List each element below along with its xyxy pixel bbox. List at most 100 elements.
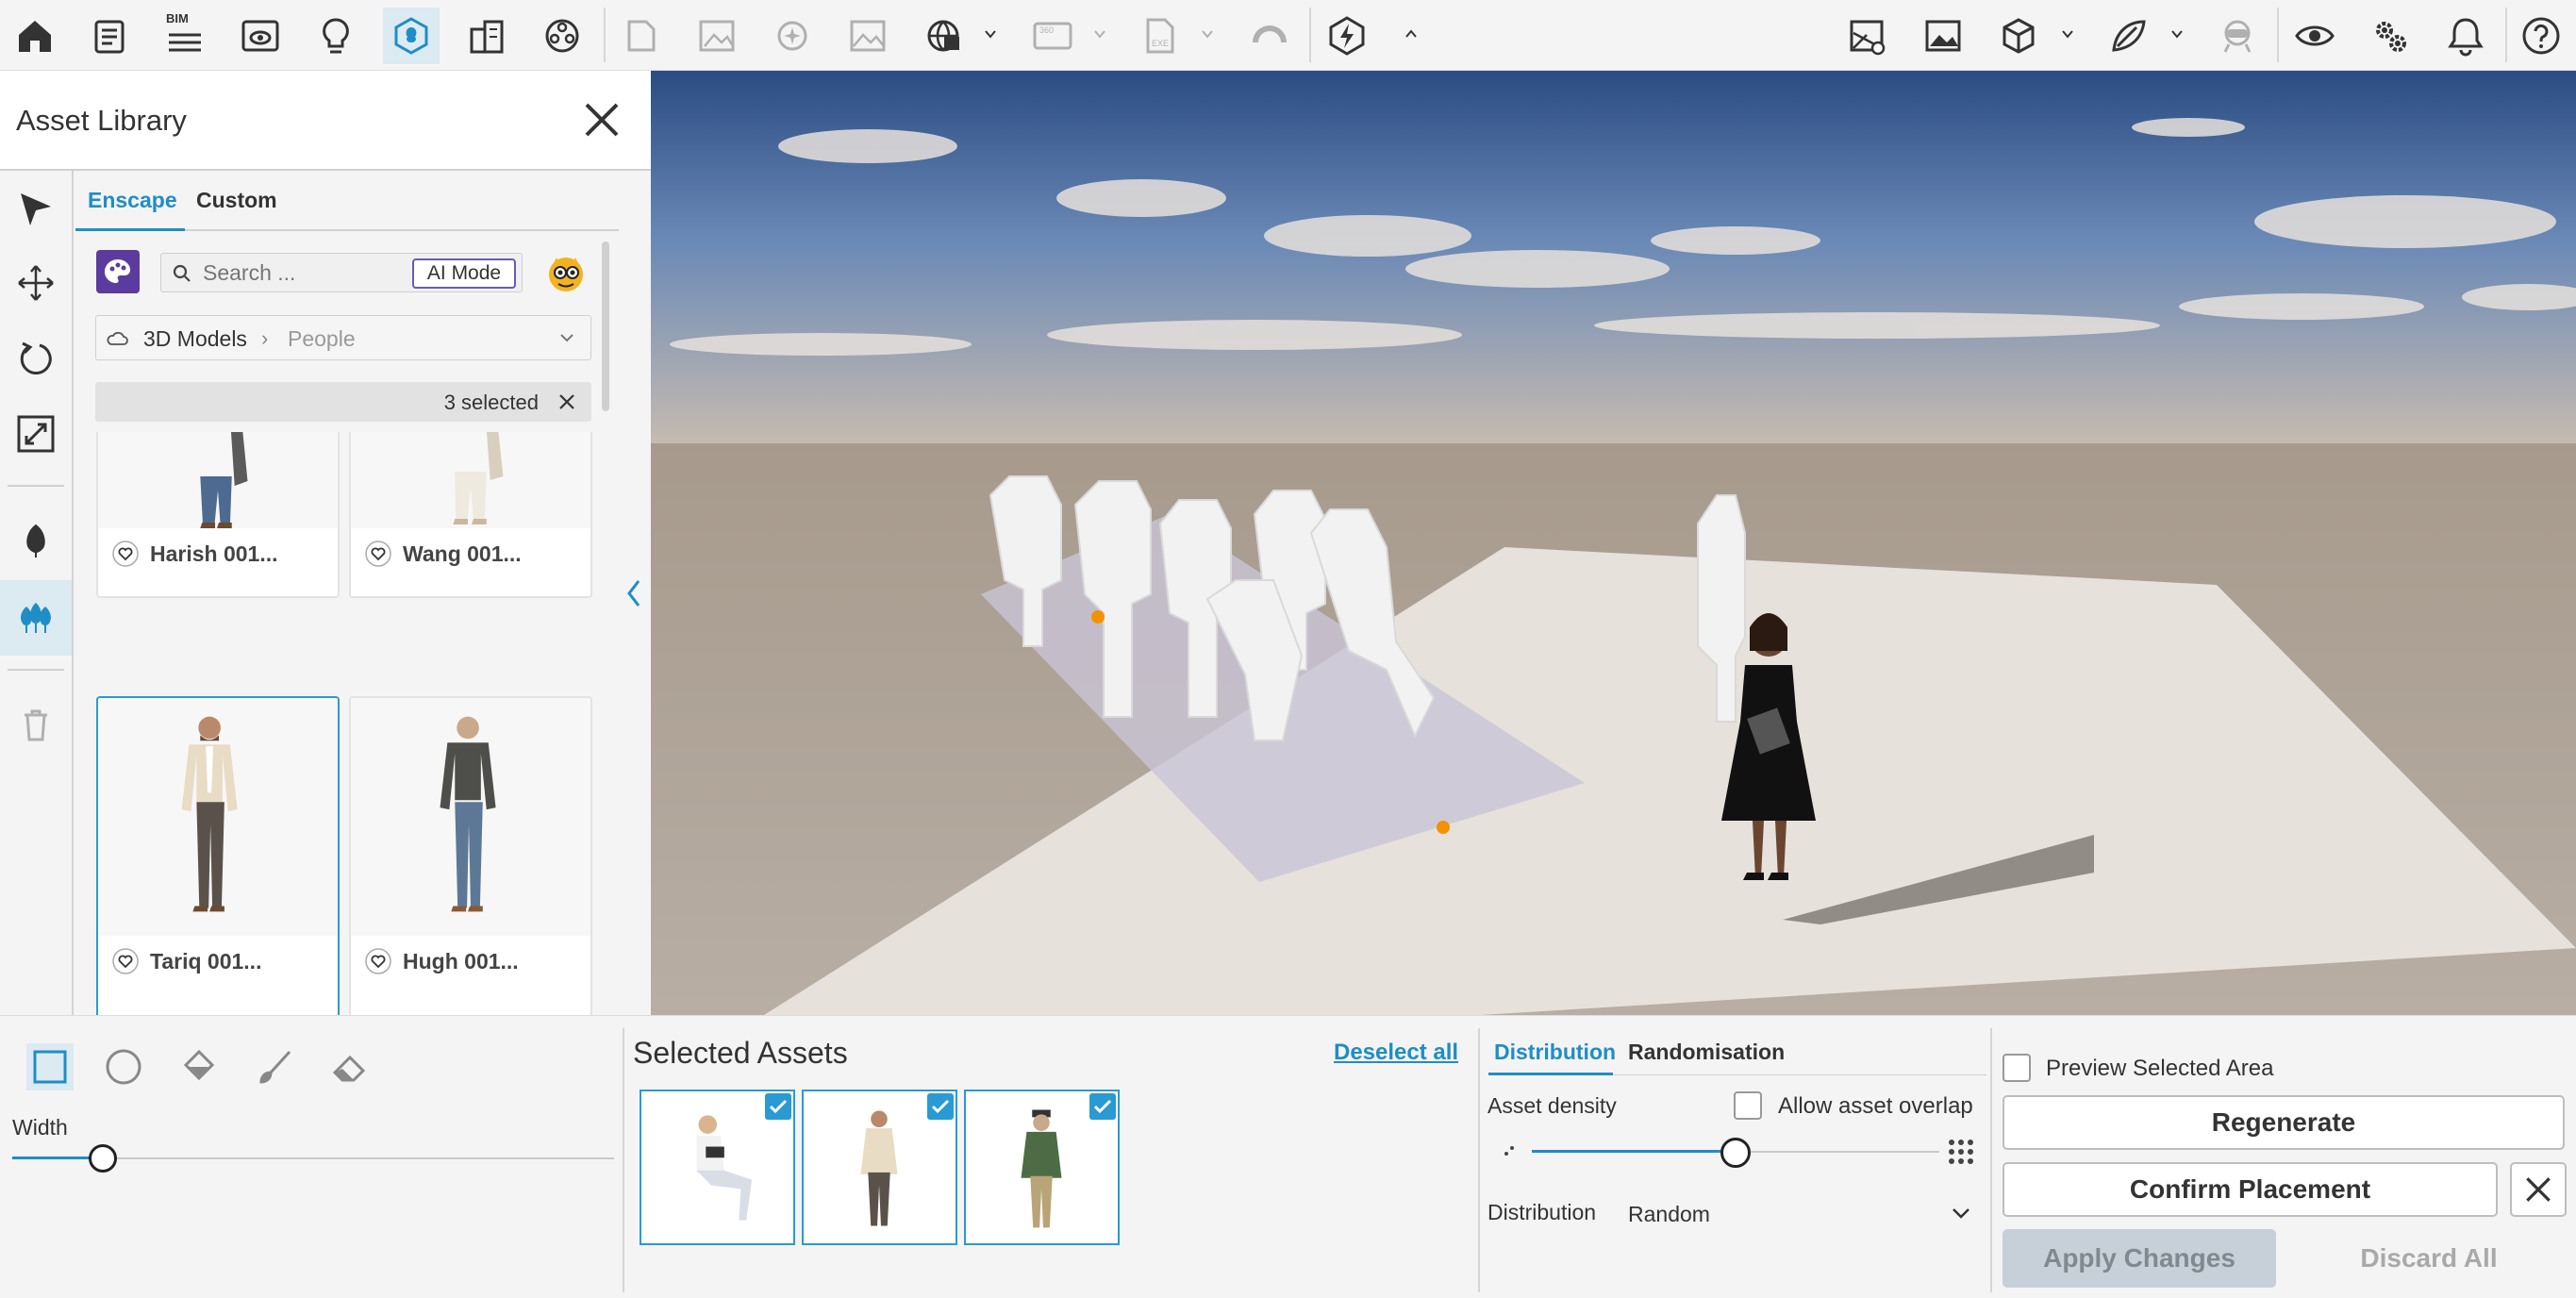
collapse-panel-icon[interactable]: [624, 577, 643, 609]
fill-icon[interactable]: [175, 1043, 223, 1090]
asset-library-icon[interactable]: [383, 8, 440, 64]
apply-changes-button: Apply Changes: [2003, 1229, 2276, 1288]
chevron-down-icon[interactable]: [1951, 1206, 1971, 1221]
discard-all-button: Discard All: [2360, 1243, 2498, 1273]
3d-viewport[interactable]: [651, 71, 2576, 1015]
ai-mode-button[interactable]: AI Mode: [412, 258, 516, 289]
bim-icon[interactable]: BIM: [157, 8, 213, 64]
cancel-placement-button[interactable]: [2510, 1162, 2567, 1217]
material-editor-icon[interactable]: [534, 8, 590, 64]
image-settings-icon[interactable]: [1915, 8, 1971, 64]
ai-enhance-icon: [764, 8, 821, 64]
confirm-placement-button[interactable]: Confirm Placement: [2003, 1162, 2498, 1217]
asset-name: Tariq 001...: [150, 949, 262, 974]
preview-selected-area-checkbox[interactable]: [2003, 1054, 2031, 1082]
breadcrumb[interactable]: 3D Models › People: [95, 315, 591, 360]
asset-grid: Harish 001... Wang 001... Tariq 001... H…: [94, 432, 594, 1015]
asset-card[interactable]: Wang 001...: [349, 432, 592, 598]
help-icon[interactable]: [2513, 8, 2569, 64]
image-icon: [839, 8, 896, 64]
asset-name: Wang 001...: [403, 541, 522, 566]
model-icon[interactable]: [1990, 8, 2047, 64]
export-icon[interactable]: [915, 8, 972, 64]
checkbox-checked-icon[interactable]: [765, 1093, 791, 1120]
regenerate-button[interactable]: Regenerate: [2003, 1095, 2565, 1150]
move-icon[interactable]: [8, 255, 64, 311]
home-icon[interactable]: [7, 8, 63, 64]
checkbox-checked-icon[interactable]: [927, 1093, 954, 1120]
visibility-icon[interactable]: [2286, 8, 2343, 64]
asset-thumbnail: [351, 698, 590, 936]
capture-edit-icon: [613, 8, 670, 64]
object-icon[interactable]: [2100, 8, 2156, 64]
chevron-down-icon[interactable]: [2169, 26, 2185, 42]
clear-selection-icon[interactable]: [557, 392, 576, 411]
enscape-app: BIM 360 EXE Asset Library Enscape Custom…: [0, 0, 2576, 1298]
place-single-icon[interactable]: [8, 512, 64, 569]
width-slider-handle[interactable]: [88, 1144, 117, 1173]
palette-icon[interactable]: [96, 250, 140, 293]
library-tabs: Enscape Custom: [75, 171, 619, 231]
brush-icon[interactable]: [251, 1043, 298, 1090]
density-slider-handle[interactable]: [1720, 1138, 1751, 1168]
tab-randomisation[interactable]: Randomisation: [1628, 1040, 1785, 1065]
tab-distribution[interactable]: Distribution: [1494, 1040, 1616, 1065]
asset-name: Harish 001...: [150, 541, 278, 566]
placement-tools: [0, 171, 74, 1015]
allow-overlap-checkbox[interactable]: [1734, 1091, 1762, 1120]
notification-icon[interactable]: [2437, 8, 2494, 64]
asset-card[interactable]: Harish 001...: [96, 432, 340, 598]
delete-icon: [8, 696, 64, 753]
collapse-icon[interactable]: [1404, 26, 1419, 42]
rotate-icon[interactable]: [8, 330, 64, 387]
selection-bar: 3 selected: [95, 382, 591, 422]
assistant-mascot-icon[interactable]: [543, 250, 589, 295]
asset-thumbnail: [98, 432, 338, 528]
distribution-label: Distribution: [1487, 1200, 1597, 1224]
favorite-icon[interactable]: [364, 947, 392, 975]
settings-icon[interactable]: [2362, 8, 2418, 64]
favorite-icon[interactable]: [364, 540, 392, 568]
favorite-icon[interactable]: [111, 540, 140, 568]
upload-icon[interactable]: [1319, 8, 1375, 64]
asset-card[interactable]: Hugh 001...: [349, 696, 592, 1015]
search-icon: [173, 264, 191, 282]
document-icon[interactable]: [81, 8, 138, 64]
chevron-down-icon[interactable]: [2060, 26, 2075, 42]
light-bulb-icon[interactable]: [307, 8, 364, 64]
asset-density-label: Asset density: [1487, 1093, 1617, 1118]
selected-asset-thumbnail[interactable]: [640, 1090, 795, 1245]
library-scrollbar[interactable]: [602, 241, 609, 411]
atmosphere-icon[interactable]: [1839, 8, 1896, 64]
search-input[interactable]: [203, 254, 410, 291]
scale-icon[interactable]: [8, 406, 64, 462]
chevron-down-icon[interactable]: [983, 26, 998, 42]
preview-window-icon[interactable]: [232, 8, 289, 64]
tab-enscape[interactable]: Enscape: [88, 188, 177, 213]
asset-name: Hugh 001...: [403, 949, 519, 974]
asset-library-header: Asset Library: [0, 71, 651, 171]
panorama-icon: 360: [1024, 8, 1081, 64]
selected-asset-thumbnail[interactable]: [802, 1090, 957, 1245]
selected-asset-thumbnail[interactable]: [964, 1090, 1120, 1245]
eraser-icon[interactable]: [326, 1043, 374, 1090]
asset-thumbnail: [351, 432, 590, 528]
close-icon[interactable]: [575, 93, 628, 146]
favorite-icon[interactable]: [111, 947, 140, 975]
rectangle-icon[interactable]: [26, 1043, 74, 1090]
asset-card[interactable]: Tariq 001...: [96, 696, 340, 1015]
circle-icon[interactable]: [100, 1043, 147, 1090]
chevron-down-icon[interactable]: [558, 331, 575, 344]
tab-custom[interactable]: Custom: [196, 188, 277, 213]
breadcrumb-root[interactable]: 3D Models: [143, 326, 247, 352]
sparse-density-icon: [1504, 1146, 1514, 1156]
place-multiple-icon[interactable]: [0, 580, 72, 656]
checkbox-checked-icon[interactable]: [1089, 1093, 1116, 1120]
deselect-all-link[interactable]: Deselect all: [1334, 1040, 1458, 1066]
breadcrumb-current[interactable]: People: [288, 326, 356, 352]
select-icon[interactable]: [8, 180, 64, 237]
selection-count: 3 selected: [443, 391, 539, 414]
cloud-icon: [107, 331, 128, 345]
distribution-select[interactable]: Random: [1626, 1198, 1975, 1230]
site-context-icon[interactable]: [458, 8, 515, 64]
